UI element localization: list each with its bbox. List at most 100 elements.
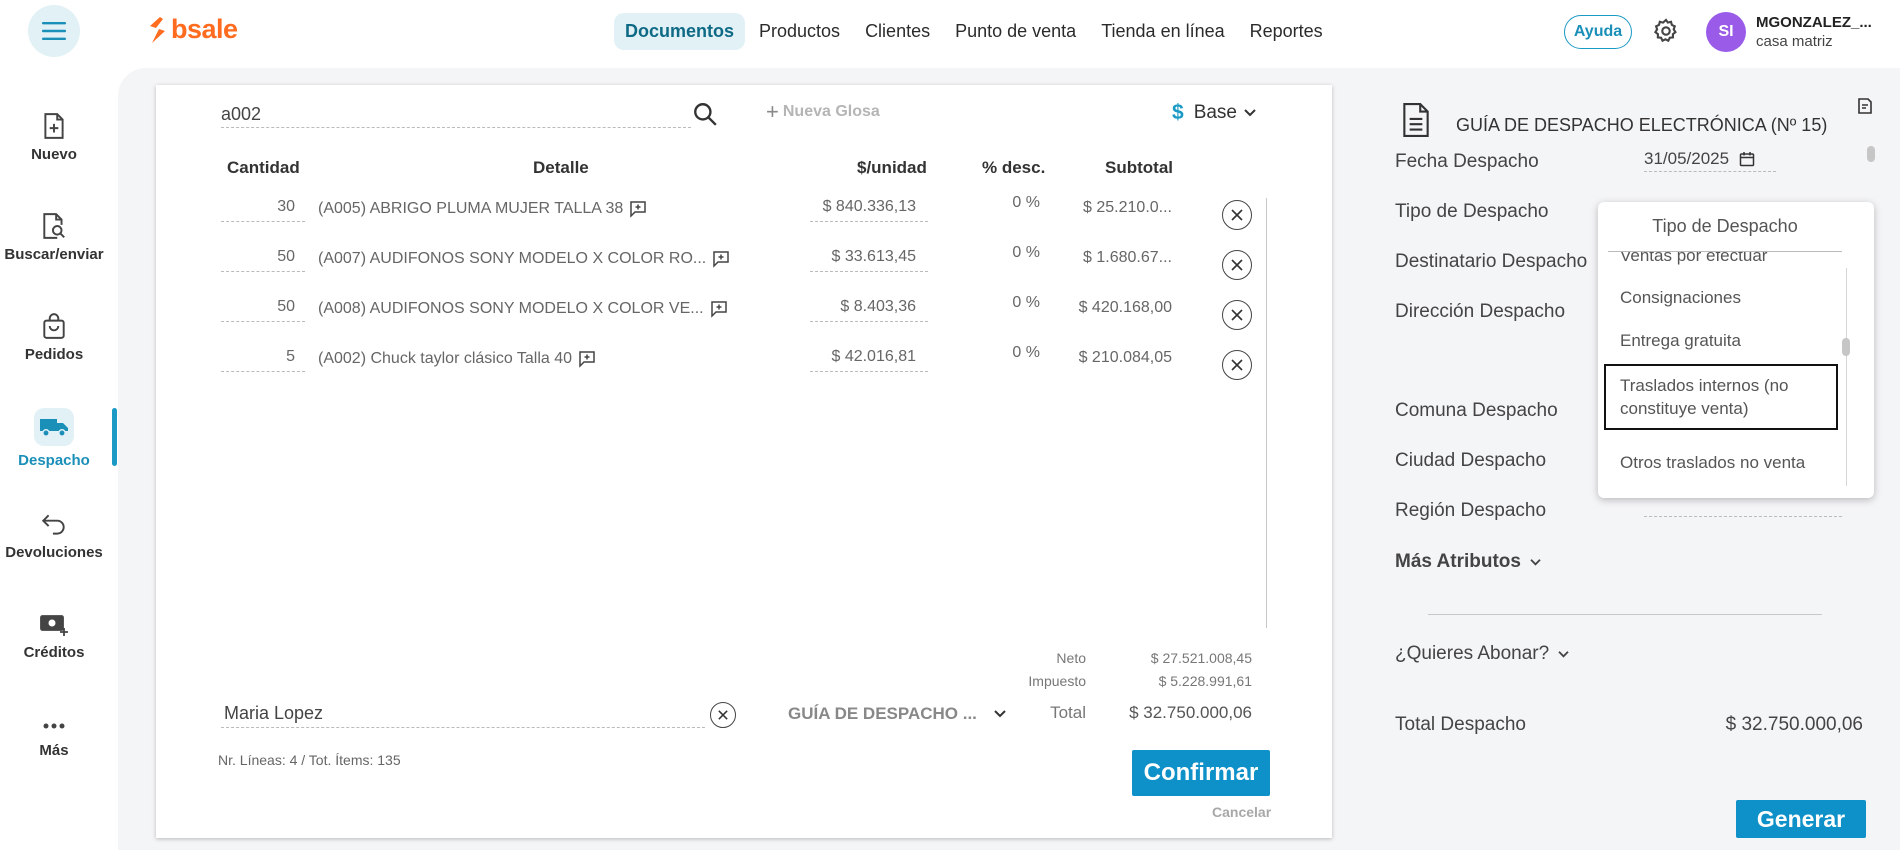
nav-reportes[interactable]: Reportes xyxy=(1239,13,1334,50)
sidebar-item-despacho[interactable]: Despacho xyxy=(0,408,108,469)
cancel-link[interactable]: Cancelar xyxy=(1212,804,1271,820)
chevron-down-icon xyxy=(1558,650,1569,658)
nueva-glosa-button[interactable]: + Nueva Glosa xyxy=(766,101,880,123)
price-list-select[interactable]: $ Base xyxy=(1172,101,1257,125)
nav-tienda-en-linea[interactable]: Tienda en línea xyxy=(1090,13,1235,50)
clear-client-button[interactable] xyxy=(710,702,736,728)
line-subtotal: $ 1.680.67... xyxy=(1083,249,1172,266)
line-detail: (A005) ABRIGO PLUMA MUJER TALLA 38 xyxy=(318,200,647,218)
neto-value: $ 27.521.008,45 xyxy=(1150,650,1252,666)
price-list-value: Base xyxy=(1193,102,1237,123)
hamburger-menu-button[interactable] xyxy=(28,5,80,57)
region-despacho-field[interactable] xyxy=(1644,516,1842,517)
settings-button[interactable] xyxy=(1652,17,1680,50)
line-detail: (A008) AUDIFONOS SONY MODELO X COLOR VE.… xyxy=(318,300,728,318)
document-notes-button[interactable] xyxy=(1856,97,1874,120)
remove-line-button[interactable] xyxy=(1222,250,1252,280)
abonar-toggle[interactable]: ¿Quieres Abonar? xyxy=(1395,643,1570,665)
sidebar-item-mas[interactable]: Más xyxy=(0,716,108,759)
dropdown-options-list: Ventas por efectuar Consignaciones Entre… xyxy=(1598,252,1848,488)
total-value: $ 32.750.000,06 xyxy=(1129,703,1252,722)
dropdown-option-otros-traslados[interactable]: Otros traslados no venta xyxy=(1620,451,1842,474)
line-unit-price[interactable]: $ 840.336,13 xyxy=(810,198,928,222)
document-type-select[interactable]: GUÍA DE DESPACHO ... xyxy=(788,704,1007,724)
dropdown-option-traslados-internos[interactable]: Traslados internos (no constituye venta) xyxy=(1604,364,1838,430)
product-search-input[interactable] xyxy=(221,104,641,125)
line-unit-price[interactable]: $ 42.016,81 xyxy=(810,348,928,372)
remove-line-button[interactable] xyxy=(1222,200,1252,230)
confirm-button[interactable]: Confirmar xyxy=(1132,750,1270,796)
fecha-despacho-value: 31/05/2025 xyxy=(1644,148,1730,168)
generar-button[interactable]: Generar xyxy=(1736,800,1866,838)
document-lines-icon xyxy=(1403,103,1429,137)
line-discount[interactable]: 0 % xyxy=(1000,244,1040,262)
line-discount[interactable]: 0 % xyxy=(1000,344,1040,362)
document-icon xyxy=(1400,102,1432,143)
line-quantity[interactable]: 5 xyxy=(221,348,305,372)
line-detail-text: (A002) Chuck taylor clásico Talla 40 xyxy=(318,350,573,367)
mas-atributos-toggle[interactable]: Más Atributos xyxy=(1395,551,1542,573)
total-despacho-label: Total Despacho xyxy=(1395,714,1526,735)
client-field-row xyxy=(221,700,705,728)
user-avatar[interactable]: SI xyxy=(1706,12,1746,52)
sidebar-item-label: Más xyxy=(39,742,69,759)
line-subtotal: $ 210.084,05 xyxy=(1078,349,1172,366)
line-quantity[interactable]: 50 xyxy=(221,298,305,322)
add-comment-icon[interactable] xyxy=(629,200,647,218)
line-discount[interactable]: 0 % xyxy=(1000,194,1040,212)
column-header-cantidad: Cantidad xyxy=(227,158,300,177)
neto-label: Neto xyxy=(1056,650,1086,666)
sidebar-item-creditos[interactable]: Créditos xyxy=(0,612,108,661)
add-comment-icon[interactable] xyxy=(710,300,728,318)
product-search-row xyxy=(221,100,691,128)
line-detail: (A002) Chuck taylor clásico Talla 40 xyxy=(318,350,596,368)
nav-punto-de-venta[interactable]: Punto de venta xyxy=(944,13,1087,50)
file-plus-icon xyxy=(44,113,64,139)
nav-productos[interactable]: Productos xyxy=(748,13,851,50)
nav-documentos[interactable]: Documentos xyxy=(614,13,746,50)
help-button[interactable]: Ayuda xyxy=(1564,15,1632,49)
fecha-despacho-label: Fecha Despacho xyxy=(1395,151,1539,172)
more-dots-icon xyxy=(43,723,65,729)
tipo-despacho-label: Tipo de Despacho xyxy=(1395,201,1549,222)
sidebar-item-label: Créditos xyxy=(23,644,85,661)
line-quantity[interactable]: 30 xyxy=(221,198,305,222)
dropdown-scrollbar-thumb[interactable] xyxy=(1842,338,1850,356)
ciudad-despacho-label: Ciudad Despacho xyxy=(1395,450,1547,471)
panel-scrollbar[interactable] xyxy=(1867,146,1875,162)
remove-line-button[interactable] xyxy=(1222,300,1252,330)
fecha-despacho-field[interactable]: 31/05/2025 xyxy=(1644,146,1776,172)
line-unit-price[interactable]: $ 8.403,36 xyxy=(810,298,928,322)
dropdown-option-consignaciones[interactable]: Consignaciones xyxy=(1620,286,1842,309)
close-icon xyxy=(1231,359,1243,371)
hamburger-icon xyxy=(42,22,66,40)
line-quantity[interactable]: 50 xyxy=(221,248,305,272)
impuesto-label: Impuesto xyxy=(1028,673,1086,689)
client-input[interactable] xyxy=(224,703,644,724)
search-button[interactable] xyxy=(692,101,718,132)
direccion-despacho-label: Dirección Despacho xyxy=(1395,301,1566,322)
chevron-down-icon xyxy=(1530,558,1541,566)
add-comment-icon[interactable] xyxy=(578,350,596,368)
sidebar-item-label: Nuevo xyxy=(31,146,77,163)
line-subtotal: $ 25.210.0... xyxy=(1083,199,1172,216)
add-comment-icon[interactable] xyxy=(712,250,730,268)
remove-line-button[interactable] xyxy=(1222,350,1252,380)
sidebar-item-devoluciones[interactable]: Devoluciones xyxy=(0,512,108,561)
tipo-despacho-dropdown: Tipo de Despacho Ventas por efectuar Con… xyxy=(1598,202,1874,498)
sidebar-item-nuevo[interactable]: Nuevo xyxy=(0,112,108,163)
close-icon xyxy=(1231,259,1243,271)
search-icon xyxy=(694,103,717,126)
nav-clientes[interactable]: Clientes xyxy=(854,13,941,50)
main-nav: Documentos Productos Clientes Punto de v… xyxy=(614,13,1337,50)
user-name[interactable]: MGONZALEZ_... xyxy=(1756,14,1872,31)
line-subtotal: $ 420.168,00 xyxy=(1078,299,1172,316)
dropdown-option-entrega-gratuita[interactable]: Entrega gratuita xyxy=(1620,329,1842,352)
line-unit-price[interactable]: $ 33.613,45 xyxy=(810,248,928,272)
bsale-logo-mark-icon xyxy=(150,16,165,43)
dropdown-option-ventas-por-efectuar[interactable]: Ventas por efectuar xyxy=(1620,252,1842,267)
line-discount[interactable]: 0 % xyxy=(1000,294,1040,312)
lines-scrollbar[interactable] xyxy=(1266,198,1267,628)
bsale-logo[interactable]: bsale xyxy=(146,14,238,45)
truck-icon xyxy=(40,419,68,437)
